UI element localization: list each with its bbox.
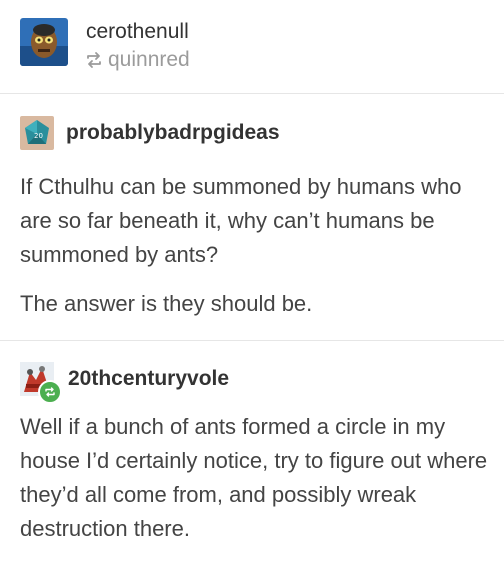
reblog-source-username: quinnred — [108, 48, 190, 71]
post-username: probablybadrpgideas — [66, 121, 280, 144]
post-author[interactable]: 20thcenturyvole — [20, 362, 230, 404]
post-author[interactable]: 20 probablybadrpgideas — [20, 116, 280, 150]
svg-text:20: 20 — [34, 132, 43, 140]
post-username: 20thcenturyvole — [68, 367, 230, 390]
header-username[interactable]: cerothenull — [86, 20, 189, 44]
avatar: 20 — [20, 116, 54, 150]
divider — [0, 93, 504, 94]
reblog-badge-icon — [45, 387, 55, 397]
reblog-badge — [38, 380, 62, 404]
avatar-image — [20, 18, 68, 66]
reblog-source[interactable]: quinnred — [84, 48, 190, 72]
avatar — [20, 362, 62, 404]
post-header: cerothenull quinnred — [0, 0, 504, 92]
avatar[interactable] — [20, 18, 68, 66]
divider — [0, 340, 504, 341]
post-body-paragraph: The answer is they should be. — [20, 291, 313, 316]
dice-avatar-image: 20 — [20, 116, 54, 150]
reblog-icon — [87, 52, 101, 68]
post-body-paragraph: Well if a bunch of ants formed a circle … — [20, 414, 488, 541]
post-body-paragraph: If Cthulhu can be summoned by humans who… — [20, 174, 462, 267]
